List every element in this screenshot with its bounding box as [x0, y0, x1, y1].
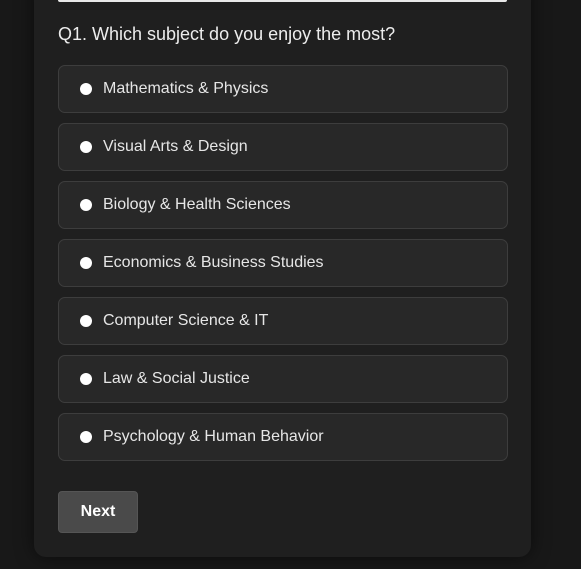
option-label: Biology & Health Sciences	[103, 196, 291, 213]
option-psychology-human-behavior[interactable]: Psychology & Human Behavior	[58, 413, 508, 461]
option-economics-business-studies[interactable]: Economics & Business Studies	[58, 239, 508, 287]
radio-button[interactable]	[80, 373, 92, 385]
next-button[interactable]: Next	[58, 491, 138, 533]
radio-button[interactable]	[80, 199, 92, 211]
quiz-page: Q1. Which subject do you enjoy the most?…	[0, 0, 581, 569]
radio-button[interactable]	[80, 257, 92, 269]
option-visual-arts-design[interactable]: Visual Arts & Design	[58, 123, 508, 171]
radio-button[interactable]	[80, 431, 92, 443]
radio-button[interactable]	[80, 141, 92, 153]
option-label: Mathematics & Physics	[103, 80, 269, 97]
option-label: Psychology & Human Behavior	[103, 428, 324, 445]
radio-button[interactable]	[80, 83, 92, 95]
question-text: Q1. Which subject do you enjoy the most?	[58, 24, 396, 44]
option-label: Computer Science & IT	[103, 312, 269, 329]
progress-bar	[58, 0, 507, 2]
option-computer-science-it[interactable]: Computer Science & IT	[58, 297, 508, 345]
option-biology-health-sciences[interactable]: Biology & Health Sciences	[58, 181, 508, 229]
answer-options: Mathematics & Physics Visual Arts & Desi…	[58, 65, 508, 471]
option-mathematics-physics[interactable]: Mathematics & Physics	[58, 65, 508, 113]
option-label: Economics & Business Studies	[103, 254, 324, 271]
radio-button[interactable]	[80, 315, 92, 327]
option-law-social-justice[interactable]: Law & Social Justice	[58, 355, 508, 403]
option-label: Visual Arts & Design	[103, 138, 248, 155]
option-label: Law & Social Justice	[103, 370, 250, 387]
